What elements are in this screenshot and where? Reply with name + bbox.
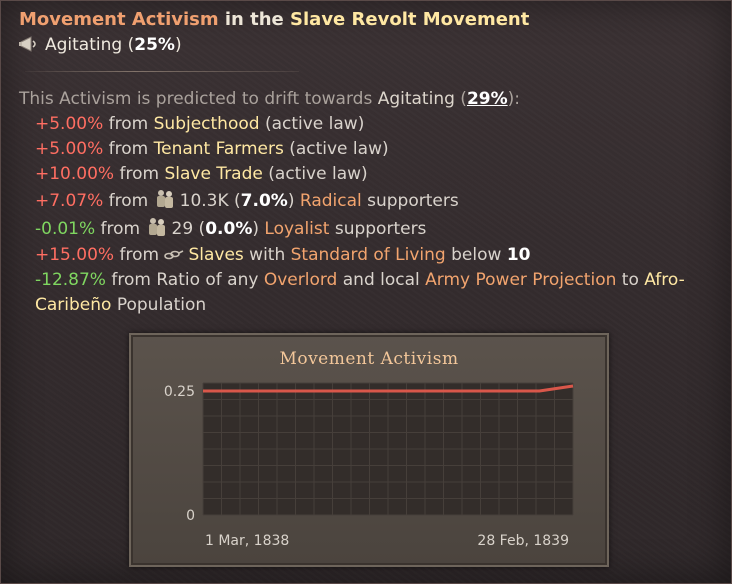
modifier-suffix: (active law) <box>283 139 389 159</box>
chains-icon <box>164 247 184 268</box>
megaphone-icon <box>19 35 41 58</box>
drift-prefix: This Activism is predicted to drift towa… <box>19 89 378 109</box>
modifier-suffix: (active law) <box>259 114 365 134</box>
army-power-projection-link[interactable]: Army Power Projection <box>425 270 616 290</box>
modifier-from: from <box>103 191 154 211</box>
title-metric[interactable]: Movement Activism <box>19 9 219 30</box>
modifier-from: from <box>95 219 146 239</box>
modifier-suffix: supporters <box>361 191 459 211</box>
modifier-value: +5.00% <box>35 114 104 134</box>
modifier-text: Population <box>111 295 207 315</box>
law-slave-trade-link[interactable]: Slave Trade <box>164 164 262 184</box>
drift-percent[interactable]: 29% <box>467 89 508 109</box>
modifier-row: +7.07% from 10.3K (7.0%) Radical support… <box>35 189 459 214</box>
divider <box>25 71 299 72</box>
modifier-row: +10.00% from Slave Trade (active law) <box>35 164 368 184</box>
modifier-row: +5.00% from Tenant Farmers (active law) <box>35 139 389 159</box>
modifier-text: and local <box>337 270 426 290</box>
supporters-percent: 7.0% <box>240 191 288 211</box>
pct-close: ) <box>287 191 300 211</box>
activism-chart[interactable]: Movement Activism 0.25 0 1 Mar, 1838 28 Feb… <box>129 333 609 567</box>
threshold-value: 10 <box>506 245 531 265</box>
pct-open: ( <box>193 219 206 239</box>
supporters-percent: 0.0% <box>205 219 253 239</box>
modifier-value: +7.07% <box>35 191 104 211</box>
modifier-value: +15.00% <box>35 245 115 265</box>
drift-close: ): <box>507 89 521 109</box>
modifier-row: +15.00% from Slaves with Standard of Liv… <box>35 245 530 268</box>
x-tick-label: 1 Mar, 1838 <box>205 533 289 549</box>
modifier-row-continued: Caribeño Population <box>35 295 206 315</box>
supporters-count: 10.3K <box>179 191 229 211</box>
modifier-row: +5.00% from Subjecthood (active law) <box>35 114 364 134</box>
culture-link[interactable]: Caribeño <box>35 295 111 315</box>
status-paren: ( <box>122 35 135 55</box>
modifier-suffix: below <box>445 245 507 265</box>
activism-tooltip: Movement Activism in the Slave Revolt Mo… <box>0 0 732 584</box>
pop-slaves-link[interactable]: Slaves <box>188 245 243 265</box>
overlord-link[interactable]: Overlord <box>264 270 338 290</box>
modifier-value: -0.01% <box>35 219 96 239</box>
law-subjecthood-link[interactable]: Subjecthood <box>154 114 260 134</box>
modifier-text: to <box>616 270 645 290</box>
status-percent: 25% <box>134 35 175 55</box>
chart-svg: 0.25 0 1 Mar, 1838 28 Feb, 1839 <box>164 382 574 549</box>
x-tick-label: 28 Feb, 1839 <box>477 533 569 549</box>
modifier-from: from <box>103 114 154 134</box>
y-tick-label: 0 <box>186 508 195 524</box>
modifier-from: from <box>103 139 154 159</box>
drift-line: This Activism is predicted to drift towa… <box>19 89 520 109</box>
modifier-from: from <box>114 245 165 265</box>
modifier-value: +10.00% <box>35 164 115 184</box>
modifier-value: -12.87% <box>35 270 106 290</box>
pct-close: ) <box>252 219 265 239</box>
supporters-count: 29 <box>171 219 194 239</box>
title-connector: in the <box>218 9 291 30</box>
ideology-radical-link[interactable]: Radical <box>300 191 362 211</box>
modifier-row: -0.01% from 29 (0.0%) Loyalist supporter… <box>35 217 426 242</box>
modifier-from: from <box>114 164 165 184</box>
pops-icon <box>146 217 168 242</box>
standard-of-living-link[interactable]: Standard of Living <box>291 245 446 265</box>
modifier-value: +5.00% <box>35 139 104 159</box>
drift-open: ( <box>454 89 467 109</box>
law-tenant-farmers-link[interactable]: Tenant Farmers <box>154 139 284 159</box>
modifier-row: -12.87% from Ratio of any Overlord and l… <box>35 270 685 290</box>
title-movement[interactable]: Slave Revolt Movement <box>290 9 529 30</box>
modifier-suffix: supporters <box>329 219 427 239</box>
status-paren-close: ) <box>174 35 182 55</box>
modifier-text: from Ratio of any <box>105 270 264 290</box>
culture-link[interactable]: Afro- <box>644 270 684 290</box>
modifier-suffix: (active law) <box>262 164 368 184</box>
tooltip-title: Movement Activism in the Slave Revolt Mo… <box>19 9 529 30</box>
pct-open: ( <box>228 191 241 211</box>
y-tick-label: 0.25 <box>164 384 195 400</box>
drift-target: Agitating <box>377 89 455 109</box>
status-label: Agitating <box>45 35 123 55</box>
pops-icon <box>154 189 176 214</box>
status-line: Agitating (25%) <box>19 35 182 58</box>
modifier-mid: with <box>243 245 291 265</box>
ideology-loyalist-link[interactable]: Loyalist <box>264 219 329 239</box>
